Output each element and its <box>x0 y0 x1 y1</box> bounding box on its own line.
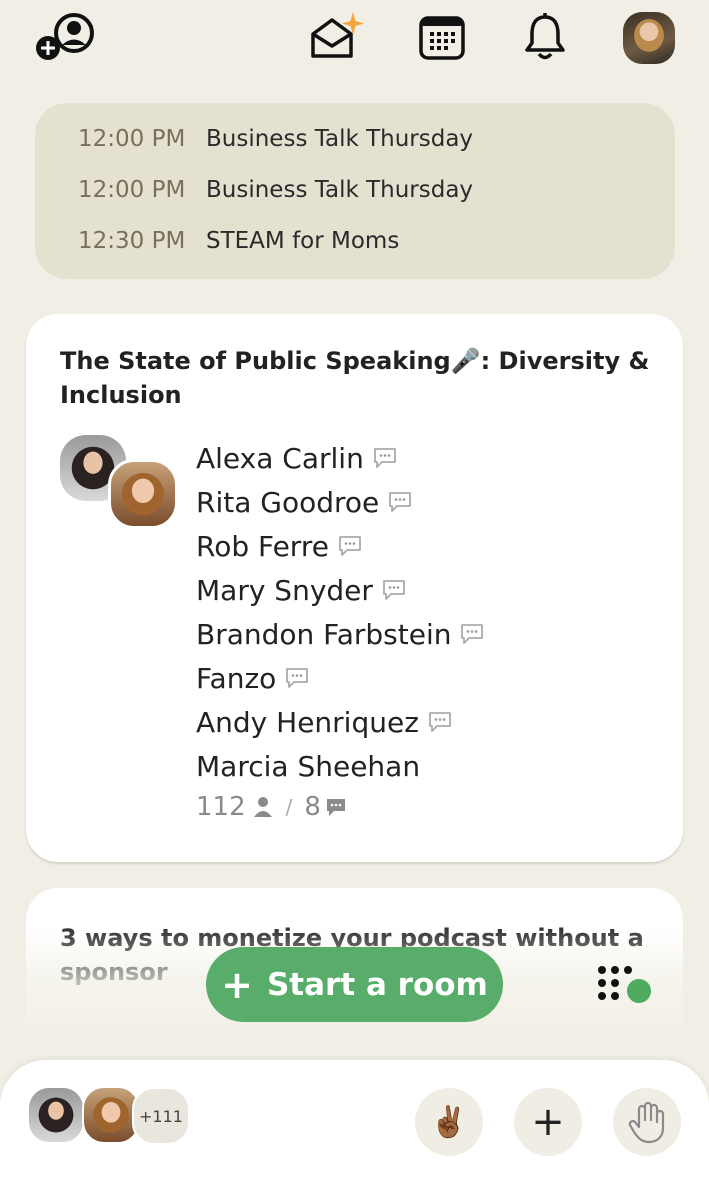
plus-icon: + <box>531 1099 565 1145</box>
event-title: Business Talk Thursday <box>206 126 474 152</box>
event-time: 12:00 PM <box>78 177 186 203</box>
speaker-avatar <box>108 459 178 529</box>
raise-hand-button[interactable] <box>613 1088 681 1156</box>
start-room-label: Start a room <box>266 966 488 1003</box>
add-button[interactable]: + <box>514 1088 582 1156</box>
start-room-button[interactable]: + Start a room <box>206 947 503 1022</box>
person-icon <box>253 797 272 817</box>
member-count-badge: +111 <box>132 1087 190 1145</box>
speaker-chat-icon <box>429 712 451 732</box>
current-room-bar[interactable]: +111 ✌🏾 + <box>0 1060 709 1200</box>
profile-avatar[interactable] <box>623 12 675 64</box>
speaker-chat-icon <box>286 668 309 688</box>
room-title: The State of Public Speaking🎤: Diversity… <box>60 347 650 409</box>
event-title: STEAM for Moms <box>206 228 400 254</box>
speaker-name: Marcia Sheehan <box>196 749 421 783</box>
top-bar <box>0 0 709 90</box>
speaker-chat-icon <box>383 580 405 600</box>
speaker-name: Brandon Farbstein <box>196 612 485 656</box>
speaker-chat-icon <box>373 448 396 468</box>
event-row[interactable]: 12:00 PM Business Talk Thursday <box>78 119 473 159</box>
online-indicator-icon <box>627 979 651 1003</box>
raise-hand-icon <box>628 1101 665 1144</box>
speaker-name: Rita Goodroe <box>196 480 485 524</box>
speaker-chat-icon <box>389 492 412 512</box>
room-stats: 112 / 8 <box>196 792 347 822</box>
speaker-chat-icon <box>461 624 484 644</box>
room-card[interactable]: The State of Public Speaking🎤: Diversity… <box>26 314 683 862</box>
room-member-avatar <box>27 1086 85 1144</box>
invite-envelope-icon[interactable] <box>308 10 370 62</box>
peace-reaction-button[interactable]: ✌🏾 <box>415 1088 483 1156</box>
event-title: Business Talk Thursday <box>206 177 474 203</box>
listeners-count: 112 <box>196 792 246 822</box>
upcoming-events-panel[interactable]: 12:00 PM Business Talk Thursday 12:00 PM… <box>35 103 675 279</box>
bell-icon[interactable] <box>522 12 568 62</box>
speaker-name: Mary Snyder <box>196 568 485 612</box>
speakers-count: 8 <box>304 792 321 822</box>
event-time: 12:00 PM <box>78 126 186 152</box>
speaker-name: Fanzo <box>196 656 485 700</box>
online-friends-button[interactable] <box>594 962 654 1004</box>
stats-separator: / <box>285 795 293 819</box>
event-time: 12:30 PM <box>78 228 186 254</box>
speaker-name: Alexa Carlin <box>196 436 485 480</box>
peace-emoji-icon: ✌🏾 <box>430 1104 468 1140</box>
speaker-list: Alexa Carlin Rita Goodroe Rob Ferre Mary… <box>196 436 485 788</box>
add-user-icon[interactable] <box>34 12 98 64</box>
event-row[interactable]: 12:30 PM STEAM for Moms <box>78 221 399 261</box>
chat-bubble-icon <box>326 799 345 816</box>
speaker-chat-icon <box>339 536 361 556</box>
speaker-name: Andy Henriquez <box>196 700 485 744</box>
plus-icon: + <box>221 962 253 1007</box>
calendar-icon[interactable] <box>418 14 466 62</box>
speaker-name: Rob Ferre <box>196 524 485 568</box>
event-row[interactable]: 12:00 PM Business Talk Thursday <box>78 170 473 210</box>
